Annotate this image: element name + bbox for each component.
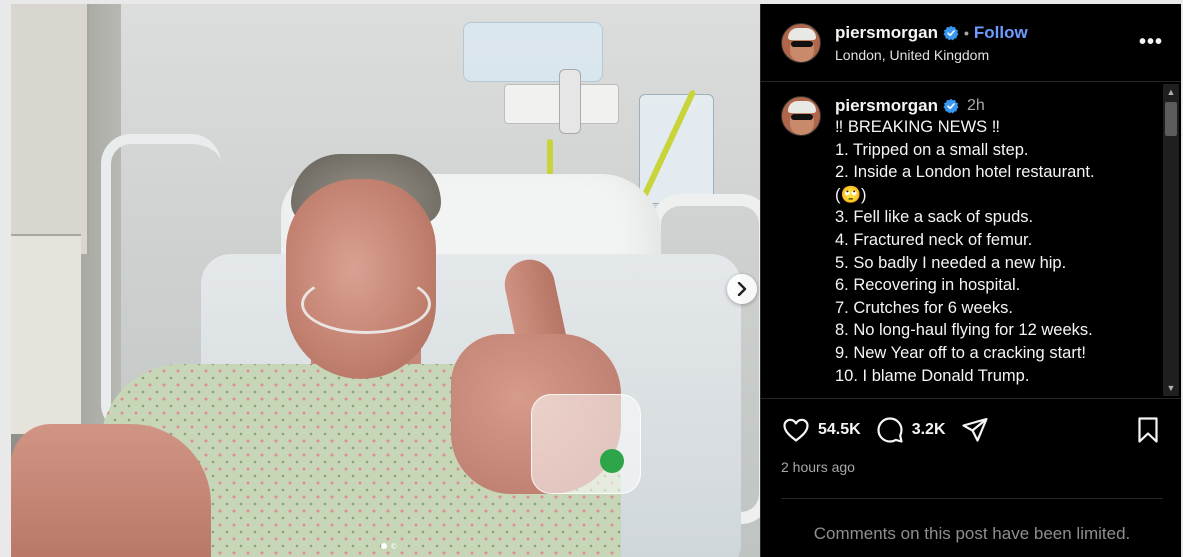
post-side-panel: piersmorgan • Follow London, United King… [760, 4, 1181, 557]
heart-icon [783, 418, 809, 442]
caption-line: 4. Fractured neck of femur. [835, 230, 1033, 249]
avatar-glasses [791, 40, 813, 47]
save-button[interactable] [1133, 415, 1163, 445]
header-user-line: piersmorgan • Follow [835, 23, 1139, 43]
caption-username-link[interactable]: piersmorgan [835, 96, 938, 116]
post-photo[interactable] [11, 4, 760, 557]
carousel-dot [391, 543, 397, 549]
follow-button[interactable]: Follow [974, 23, 1028, 43]
photo-cabinet-lower [11, 234, 81, 434]
post-header: piersmorgan • Follow London, United King… [761, 4, 1181, 82]
scroll-up-arrow-icon[interactable]: ▲ [1163, 84, 1179, 100]
scrollbar-thumb[interactable] [1165, 102, 1177, 136]
posted-time[interactable]: 2 hours ago [781, 459, 1163, 475]
chevron-right-icon [737, 282, 747, 296]
photo-nasal-cannula [301, 274, 431, 334]
header-user-block: piersmorgan • Follow London, United King… [835, 23, 1139, 63]
like-count: 54.5K [818, 421, 861, 438]
photo-flowmeter [559, 69, 581, 134]
caption-scroll-area[interactable]: piersmorgan 2h ‼ BREAKING NEWS ‼ 1. Trip… [761, 82, 1181, 398]
caption-header: piersmorgan 2h [835, 96, 1153, 116]
more-options-button[interactable]: ••• [1139, 31, 1163, 54]
paper-plane-icon [961, 417, 988, 442]
caption-scrollbar[interactable]: ▲ ▼ [1163, 84, 1179, 396]
action-row: 54.5K 3.2K [781, 415, 1163, 445]
action-bar: 54.5K 3.2K 2 hours ago Comments on this … [761, 398, 1181, 544]
photo-arm [11, 424, 211, 557]
caption-line: 8. No long-haul flying for 12 weeks. [835, 321, 1093, 340]
comments-limited-notice: Comments on this post have been limited. [813, 524, 1131, 543]
caption-line: 6. Recovering in hospital. [835, 276, 1021, 295]
caption-line: 10. I blame Donald Trump. [835, 366, 1030, 385]
comment-button[interactable]: 3.2K [875, 415, 946, 445]
caption-line: 9. New Year off to a cracking start! [835, 343, 1086, 362]
caption-line: ‼ BREAKING NEWS ‼ [835, 118, 1001, 136]
carousel-indicator [381, 543, 397, 549]
post-time[interactable]: 2h [967, 97, 985, 115]
separator-dot: • [963, 24, 969, 41]
bookmark-icon [1138, 417, 1158, 443]
post-modal: piersmorgan • Follow London, United King… [11, 4, 1181, 557]
photo-cabinet [11, 4, 89, 254]
photo-tubing-bag [463, 22, 603, 82]
caption-line: 3. Fell like a sack of spuds. [835, 208, 1034, 227]
comment-count: 3.2K [911, 421, 946, 438]
share-button[interactable] [960, 415, 990, 445]
comment-bubble-icon [877, 417, 903, 443]
caption-line: 5. So badly I needed a new hip. [835, 253, 1067, 272]
location-link[interactable]: London, United Kingdom [835, 47, 1139, 63]
carousel-next-button[interactable] [727, 274, 757, 304]
photo-iv-valve [600, 449, 624, 473]
caption: piersmorgan 2h ‼ BREAKING NEWS ‼ 1. Trip… [835, 96, 1153, 398]
like-button[interactable]: 54.5K [781, 415, 861, 445]
caption-line: (🙄) [835, 185, 867, 204]
photo-iv-dressing [531, 394, 641, 494]
caption-line: 2. Inside a London hotel restaurant. [835, 163, 1095, 182]
avatar-glasses [791, 114, 813, 120]
scroll-down-arrow-icon[interactable]: ▼ [1163, 380, 1179, 396]
verified-badge-icon [943, 25, 959, 40]
verified-badge-icon [943, 98, 959, 114]
caption-line: 1. Tripped on a small step. [835, 140, 1029, 159]
carousel-dot-active [381, 543, 387, 549]
avatar[interactable] [781, 22, 821, 63]
username-link[interactable]: piersmorgan [835, 23, 938, 43]
caption-line: 7. Crutches for 6 weeks. [835, 298, 1013, 317]
avatar-cap [788, 27, 816, 40]
caption-avatar[interactable] [781, 96, 821, 136]
avatar-cap [788, 101, 816, 113]
